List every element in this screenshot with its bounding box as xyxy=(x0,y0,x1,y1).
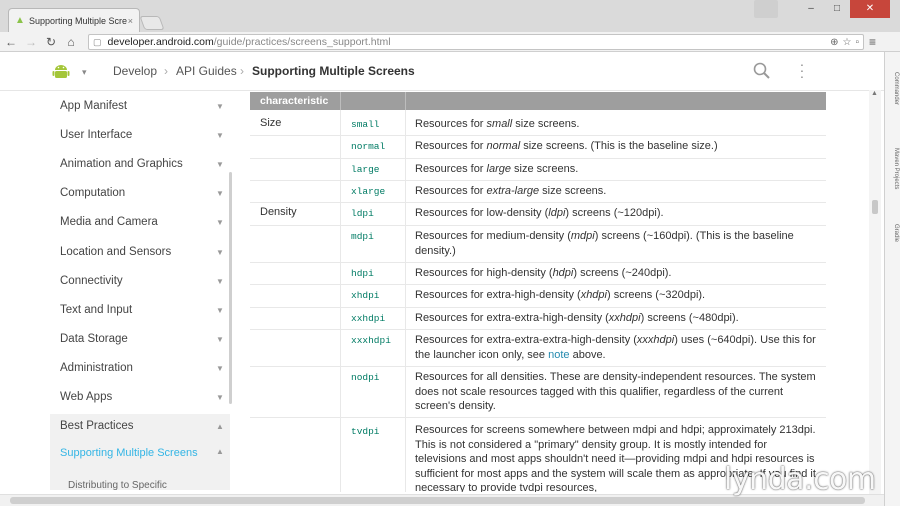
url-host: developer.android.com xyxy=(107,36,214,48)
android-favicon-icon: ▲ xyxy=(15,14,25,26)
nav-item-connectivity[interactable]: Connectivity ▼ xyxy=(60,271,225,291)
chevron-down-icon: ▼ xyxy=(216,188,224,198)
extension-maven-projects[interactable]: Maven Projects xyxy=(887,148,899,189)
nav-item-data-storage[interactable]: Data Storage ▼ xyxy=(60,329,225,349)
nav-item-web-apps[interactable]: Web Apps ▼ xyxy=(60,387,225,407)
left-navigation: App Manifest ▼ User Interface ▼ Animation … xyxy=(50,92,230,490)
table-row: nodpi Resources for all densities. These… xyxy=(250,367,826,418)
user-profile-button[interactable] xyxy=(754,0,778,18)
minimize-button[interactable]: – xyxy=(798,0,824,18)
breadcrumb-current-page: Supporting Multiple Screens xyxy=(252,64,415,78)
note-link[interactable]: note xyxy=(548,349,569,361)
table-row: large Resources for large size screens. xyxy=(250,159,826,181)
table-row: xhdpi Resources for extra-high-density (… xyxy=(250,285,826,308)
chevron-down-icon: ▼ xyxy=(216,305,224,315)
nav-item-computation[interactable]: Computation ▼ xyxy=(60,183,225,203)
lynda-watermark: lynda.com xyxy=(724,462,876,497)
breadcrumb-separator: › xyxy=(240,64,244,78)
android-logo-icon[interactable] xyxy=(52,62,70,80)
extension-commander[interactable]: Commander xyxy=(887,72,899,105)
extension-gradle[interactable]: Gradle xyxy=(887,224,899,242)
table-row: mdpi Resources for medium-density (mdpi)… xyxy=(250,226,826,263)
table-header: characteristic xyxy=(250,92,826,110)
bookmark-star-icon[interactable]: ☆ xyxy=(842,37,851,48)
maximize-button[interactable]: □ xyxy=(824,0,850,18)
nav-item-supporting-multiple-screens[interactable]: Supporting Multiple Screens ▲ xyxy=(60,447,225,473)
chevron-down-icon: ▼ xyxy=(216,159,224,169)
search-icon[interactable] xyxy=(752,61,772,81)
nav-item-app-manifest[interactable]: App Manifest ▼ xyxy=(60,96,225,116)
omnibox-icons: ⊕ ☆ ▫ xyxy=(830,37,859,48)
address-bar[interactable]: ▢ developer.android.com /guide/practices… xyxy=(88,34,864,50)
browser-tab-strip: ▲ Supporting Multiple Scre × – □ ✕ xyxy=(0,0,900,32)
nav-item-animation-graphics[interactable]: Animation and Graphics ▼ xyxy=(60,154,225,174)
more-options-icon[interactable]: · · · xyxy=(798,57,806,83)
nav-item-administration[interactable]: Administration ▼ xyxy=(60,358,225,378)
back-arrow-icon[interactable]: ← xyxy=(2,35,20,49)
extension-icon[interactable]: ▫ xyxy=(855,37,859,48)
url-path: /guide/practices/screens_support.html xyxy=(213,36,391,48)
scrollbar-thumb[interactable] xyxy=(872,200,878,214)
browser-toolbar: ← → ↻ ⌂ ▢ developer.android.com /guide/p… xyxy=(0,32,900,52)
window-controls: – □ ✕ xyxy=(754,0,890,18)
tab-close-icon[interactable]: × xyxy=(128,16,133,26)
site-header: ▾ Develop › API Guides › Supporting Mult… xyxy=(0,53,884,91)
search-zoom-icon[interactable]: ⊕ xyxy=(830,37,838,48)
table-row: xxxhdpi Resources for extra-extra-extra-… xyxy=(250,330,826,367)
breadcrumb-api-guides[interactable]: API Guides xyxy=(176,64,237,78)
tab-title: Supporting Multiple Scre xyxy=(29,15,128,26)
chevron-down-icon: ▼ xyxy=(216,101,224,111)
extensions-strip: Commander Maven Projects Gradle xyxy=(884,52,900,506)
table-row: normal Resources for normal size screens… xyxy=(250,136,826,159)
nav-item-text-input[interactable]: Text and Input ▼ xyxy=(60,300,225,320)
chevron-down-icon: ▼ xyxy=(216,392,224,402)
qualifier-table: characteristic Size small Resources for … xyxy=(250,92,826,492)
table-row: hdpi Resources for high-density (hdpi) s… xyxy=(250,263,826,285)
reload-icon[interactable]: ↻ xyxy=(42,35,60,49)
breadcrumb-develop[interactable]: Develop xyxy=(113,64,157,78)
page-info-icon[interactable]: ▢ xyxy=(93,37,102,48)
nav-item-location-sensors[interactable]: Location and Sensors ▼ xyxy=(60,242,225,262)
new-tab-button[interactable] xyxy=(139,16,165,30)
chevron-down-icon: ▼ xyxy=(216,363,224,373)
page-vertical-scrollbar[interactable]: ▲ xyxy=(869,90,881,494)
nav-item-user-interface[interactable]: User Interface ▼ xyxy=(60,125,225,145)
chevron-down-icon: ▼ xyxy=(216,334,224,344)
nav-scrollbar[interactable] xyxy=(229,172,232,404)
horizontal-scrollbar-thumb[interactable] xyxy=(10,497,865,504)
table-row: Density ldpi Resources for low-density (… xyxy=(250,203,826,226)
chevron-down-icon: ▼ xyxy=(216,276,224,286)
scroll-up-arrow-icon[interactable]: ▲ xyxy=(871,90,878,97)
nav-subitem-distributing[interactable]: Distributing to Specific xyxy=(68,480,167,490)
browser-tab[interactable]: ▲ Supporting Multiple Scre × xyxy=(8,8,140,32)
chevron-down-icon: ▼ xyxy=(216,247,224,257)
table-row: xxhdpi Resources for extra-extra-high-de… xyxy=(250,308,826,330)
table-row: xlarge Resources for extra-large size sc… xyxy=(250,181,826,203)
chevron-up-icon: ▲ xyxy=(216,421,224,431)
home-icon[interactable]: ⌂ xyxy=(62,35,80,49)
breadcrumb-separator: › xyxy=(164,64,168,78)
table-row: Size small Resources for small size scre… xyxy=(250,114,826,136)
column-header-characteristic: characteristic xyxy=(260,95,329,107)
chevron-down-icon: ▼ xyxy=(216,217,224,227)
chevron-up-icon: ▲ xyxy=(216,447,224,456)
nav-item-best-practices[interactable]: Best Practices ▲ xyxy=(60,416,225,436)
nav-item-media-camera[interactable]: Media and Camera ▼ xyxy=(60,212,225,232)
header-menu-icon[interactable]: ▾ xyxy=(82,67,87,78)
close-window-button[interactable]: ✕ xyxy=(850,0,890,18)
forward-arrow-icon[interactable]: → xyxy=(22,35,40,49)
chrome-menu-icon[interactable]: ≡ xyxy=(869,35,876,49)
chevron-down-icon: ▼ xyxy=(216,130,224,140)
